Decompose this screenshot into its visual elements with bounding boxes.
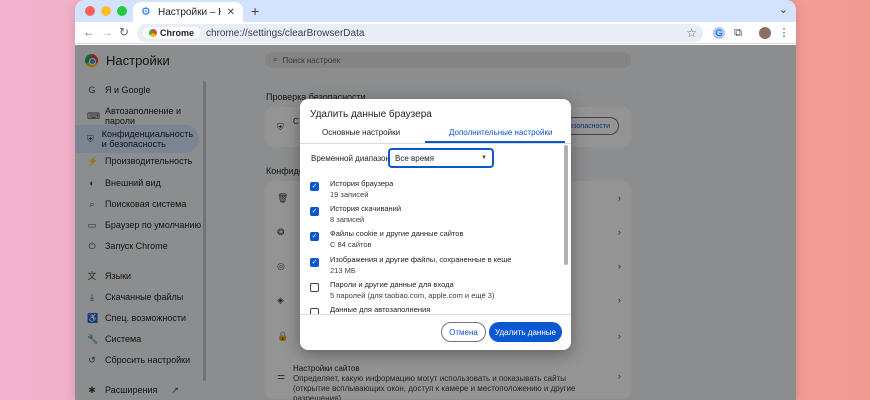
option-sub: 213 МБ — [330, 266, 356, 275]
checkbox-checked[interactable]: ✓ — [310, 207, 319, 216]
maximize-window-button[interactable] — [117, 6, 127, 16]
checkbox-unchecked[interactable] — [310, 283, 319, 292]
option-label: Файлы cookie и другие данные сайтов — [330, 229, 464, 238]
extension-g-icon[interactable]: G — [713, 27, 725, 39]
toolbar: ← → ↻ Chrome chrome://settings/clearBrow… — [75, 22, 796, 44]
option-sub: 8 записей — [330, 215, 365, 224]
option-sub: 19 записей — [330, 190, 369, 199]
option-label: История браузера — [330, 179, 394, 188]
clear-data-dialog: Удалить данные браузера Основные настрой… — [300, 99, 571, 350]
dialog-title: Удалить данные браузера — [310, 109, 432, 120]
bookmark-star-icon[interactable]: ☆ — [686, 26, 697, 40]
menu-kebab-icon[interactable]: ⋮ — [778, 27, 790, 39]
chrome-chip-label: Chrome — [160, 28, 195, 38]
close-tab-icon[interactable]: ✕ — [227, 7, 235, 18]
dropdown-arrow-icon: ▼ — [481, 155, 487, 161]
back-arrow-icon[interactable]: ← — [83, 25, 95, 39]
option-label: Изображения и другие файлы, сохраненные … — [330, 255, 512, 264]
settings-gear-icon: ⚙ — [141, 5, 151, 18]
settings-page: Настройки GЯ и Google ⌨ Автозаполнение и … — [75, 45, 796, 400]
cancel-button[interactable]: Отмена — [441, 322, 486, 342]
profile-avatar[interactable] — [759, 27, 771, 39]
checkbox-checked[interactable]: ✓ — [310, 232, 319, 241]
chrome-logo-icon — [149, 29, 157, 37]
checkbox-checked[interactable]: ✓ — [310, 182, 319, 191]
forward-arrow-icon[interactable]: → — [101, 25, 113, 39]
dialog-scrollbar[interactable] — [564, 145, 568, 265]
url-text: chrome://settings/clearBrowserData — [206, 27, 365, 39]
dialog-footer-divider — [300, 314, 571, 315]
reload-icon[interactable]: ↻ — [119, 25, 129, 39]
time-range-label: Временной диапазон — [311, 154, 390, 163]
tab-title: Настройки – Конфиденциал — [158, 6, 221, 18]
browser-window: ⚙ Настройки – Конфиденциал ✕ + ⌄ ← → ↻ C… — [75, 0, 796, 400]
tab-strip: ⚙ Настройки – Конфиденциал ✕ + ⌄ — [75, 0, 796, 22]
delete-data-button[interactable]: Удалить данные — [489, 322, 562, 342]
tab-divider — [300, 143, 571, 144]
close-window-button[interactable] — [85, 6, 95, 16]
extensions-puzzle-icon[interactable]: ⧉ — [732, 27, 744, 39]
option-label: Данные для автозаполнения — [330, 305, 431, 314]
new-tab-button[interactable]: + — [251, 3, 259, 19]
checkbox-checked[interactable]: ✓ — [310, 258, 319, 267]
option-label: История скачиваний — [330, 204, 402, 213]
tab-advanced[interactable]: Дополнительные настройки — [449, 128, 552, 137]
option-label: Пароли и другие данные для входа — [330, 280, 454, 289]
minimize-window-button[interactable] — [101, 6, 111, 16]
tab-search-chevron-icon[interactable]: ⌄ — [779, 3, 788, 16]
tab-settings[interactable]: ⚙ Настройки – Конфиденциал ✕ — [133, 2, 243, 22]
chrome-chip[interactable]: Chrome — [143, 27, 201, 39]
option-autofill[interactable]: Данные для автозаполнения — [310, 305, 550, 314]
tab-basic[interactable]: Основные настройки — [322, 128, 400, 137]
address-bar[interactable]: Chrome chrome://settings/clearBrowserDat… — [137, 24, 703, 42]
option-sub: 5 паролей (для taobao.com, apple.com и е… — [330, 291, 495, 300]
option-sub: С 84 сайтов — [330, 240, 372, 249]
time-range-select[interactable]: Все время ▼ — [388, 148, 494, 168]
time-range-value: Все время — [395, 153, 434, 163]
